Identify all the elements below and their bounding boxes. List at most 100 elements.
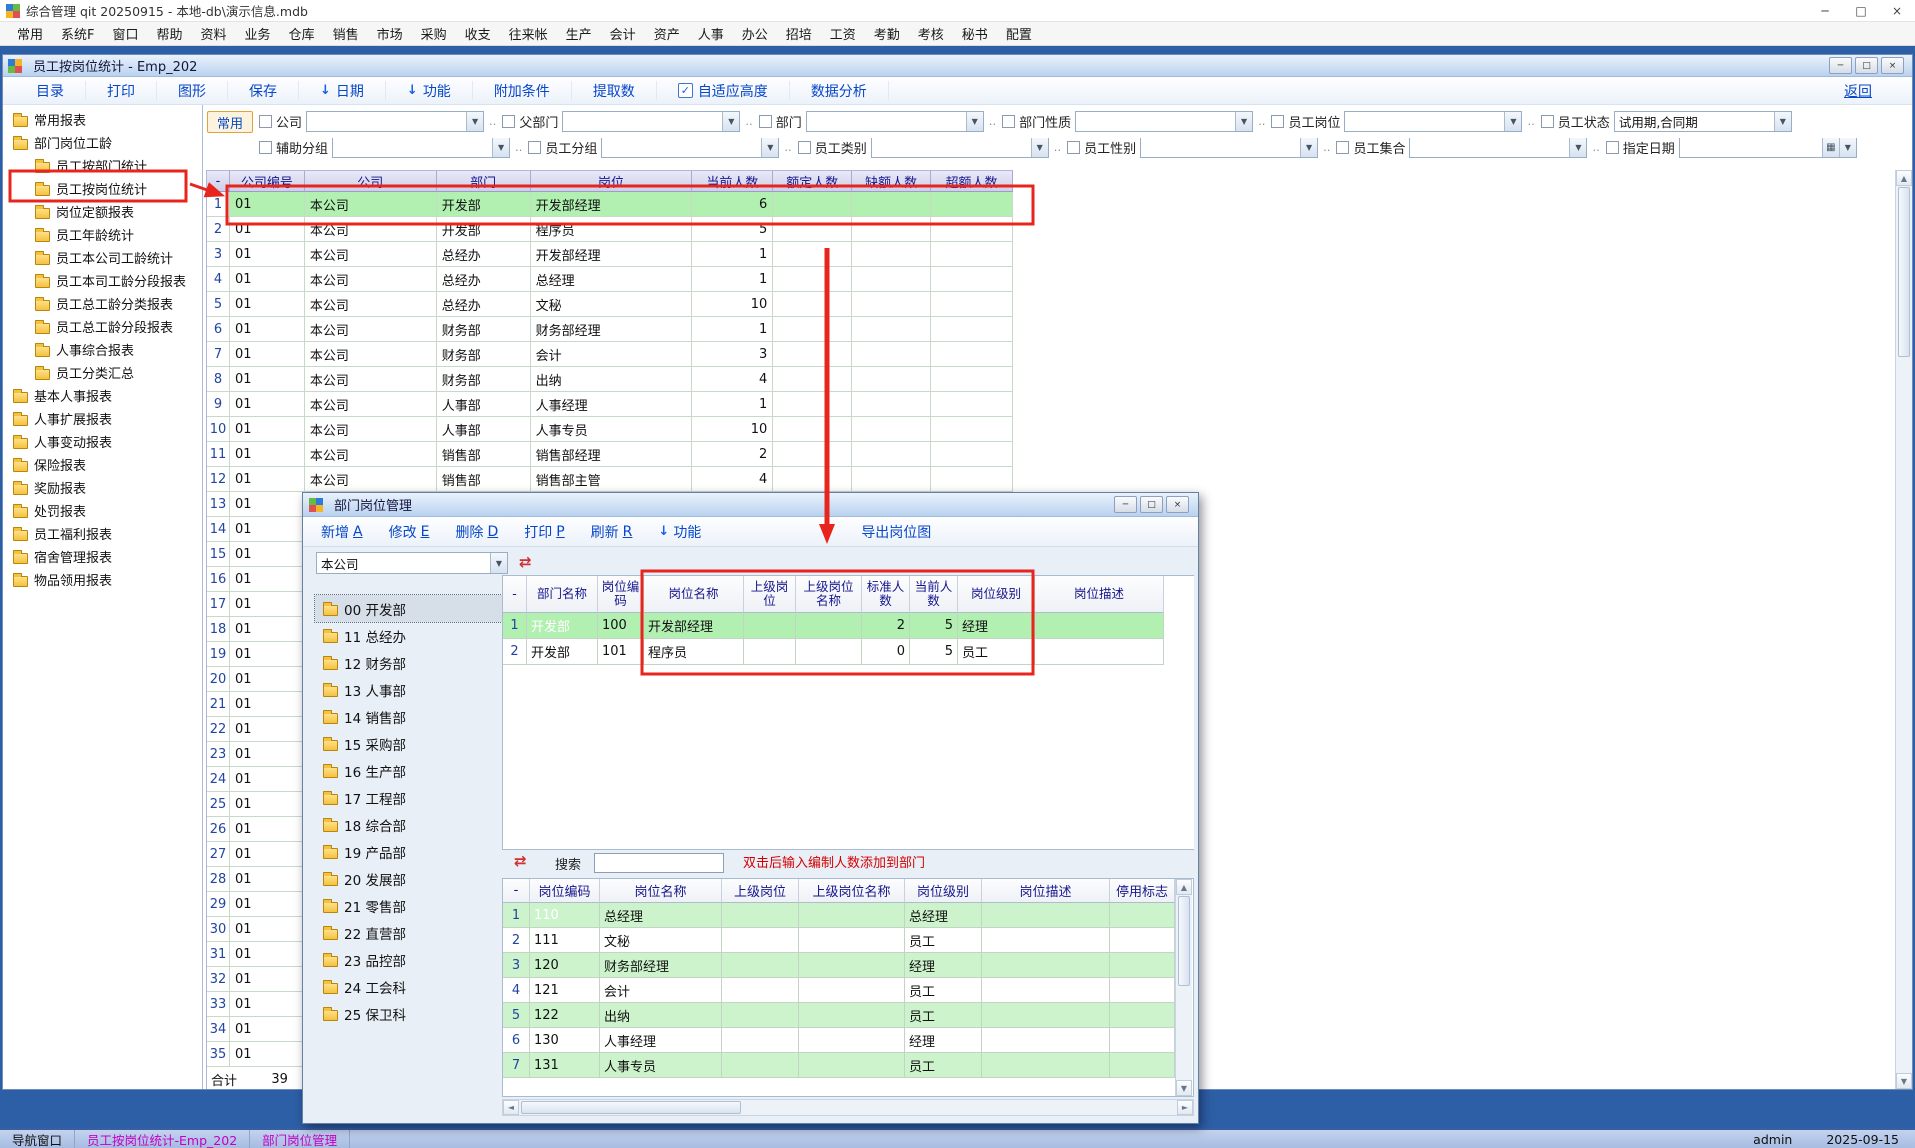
- tree-item[interactable]: 员工本司工龄分段报表: [3, 269, 202, 292]
- dialog-toolbar-button[interactable]: ↓ 功能: [658, 522, 705, 542]
- dept-cell[interactable]: 总经办: [437, 292, 531, 317]
- transfer-icon[interactable]: ⇄: [519, 555, 532, 570]
- superior-post-name-cell[interactable]: [799, 928, 905, 953]
- dept-cell[interactable]: 销售部: [437, 467, 531, 492]
- statusbar-tab-dialog[interactable]: 部门岗位管理: [250, 1130, 350, 1148]
- company-code-cell[interactable]: 01: [230, 667, 305, 692]
- chevron-down-icon[interactable]: ▼: [1774, 112, 1791, 131]
- filter-checkbox[interactable]: [502, 115, 515, 128]
- superior-post-name-cell[interactable]: [799, 978, 905, 1003]
- tree-item[interactable]: 基本人事报表: [3, 384, 202, 407]
- dept-cell[interactable]: 财务部: [437, 367, 531, 392]
- filter-dropdown[interactable]: ▦ ▼: [306, 111, 484, 132]
- shortage-count-cell[interactable]: [852, 367, 931, 392]
- table-row[interactable]: 3 01 本公司 总经办 开发部经理 1: [207, 242, 1013, 267]
- current-count-cell[interactable]: 5: [692, 217, 773, 242]
- post-cell[interactable]: 程序员: [531, 217, 693, 242]
- toolbar-button[interactable]: ✓ ↓ 附加条件: [473, 81, 572, 99]
- menu-item[interactable]: 会计: [601, 24, 645, 43]
- overage-count-cell[interactable]: [931, 467, 1013, 492]
- rated-count-cell[interactable]: [773, 342, 852, 367]
- filter-dropdown[interactable]: ▦ ▼: [332, 138, 510, 159]
- dept-cell[interactable]: 总经办: [437, 242, 531, 267]
- toolbar-button[interactable]: ✓ ↓ 图形: [157, 81, 228, 99]
- menu-item[interactable]: 市场: [368, 24, 412, 43]
- filter-checkbox[interactable]: [759, 115, 772, 128]
- chevron-down-icon[interactable]: ▼: [722, 112, 739, 131]
- chevron-down-icon[interactable]: ▼: [1839, 138, 1856, 157]
- company-code-cell[interactable]: 01: [230, 267, 305, 292]
- filter-checkbox[interactable]: [259, 141, 272, 154]
- current-count-cell[interactable]: 4: [692, 467, 773, 492]
- menu-item[interactable]: 销售: [324, 24, 368, 43]
- shortage-count-cell[interactable]: [852, 467, 931, 492]
- dept-tree-item[interactable]: 20 发展部: [315, 865, 502, 892]
- table-row[interactable]: 1 01 本公司 开发部 开发部经理 6: [207, 192, 1013, 217]
- chevron-down-icon[interactable]: ▼: [1031, 138, 1048, 157]
- post-row[interactable]: 7 131 人事专员 员工: [503, 1053, 1175, 1078]
- menu-item[interactable]: 配置: [997, 24, 1041, 43]
- current-count-cell[interactable]: 1: [692, 317, 773, 342]
- menu-item[interactable]: 资产: [645, 24, 689, 43]
- chevron-down-icon[interactable]: ▼: [1235, 112, 1252, 131]
- post-row[interactable]: 6 130 人事经理 经理: [503, 1028, 1175, 1053]
- maximize-icon[interactable]: □: [1843, 0, 1879, 21]
- dept-tree-item[interactable]: 12 财务部: [315, 649, 502, 676]
- superior-post-name-cell[interactable]: [799, 1003, 905, 1028]
- post-row[interactable]: 2 111 文秘 员工: [503, 928, 1175, 953]
- post-name-cell[interactable]: 人事经理: [600, 1028, 722, 1053]
- company-code-cell[interactable]: 01: [230, 342, 305, 367]
- dept-name-cell[interactable]: 开发部: [527, 613, 598, 639]
- column-header[interactable]: 公司: [305, 170, 437, 192]
- filter-checkbox[interactable]: [798, 141, 811, 154]
- post-code-cell[interactable]: 101: [598, 639, 644, 665]
- post-code-cell[interactable]: 111: [530, 928, 600, 953]
- filter-checkbox[interactable]: [259, 115, 272, 128]
- shortage-count-cell[interactable]: [852, 442, 931, 467]
- tree-item[interactable]: 物品领用报表: [3, 568, 202, 591]
- rated-count-cell[interactable]: [773, 467, 852, 492]
- overage-count-cell[interactable]: [931, 442, 1013, 467]
- column-header[interactable]: 停用标志: [1110, 879, 1175, 903]
- rated-count-cell[interactable]: [773, 192, 852, 217]
- filter-checkbox[interactable]: [528, 141, 541, 154]
- chevron-down-icon[interactable]: ▼: [1504, 112, 1521, 131]
- post-desc-cell[interactable]: [1035, 639, 1164, 665]
- rated-count-cell[interactable]: [773, 317, 852, 342]
- dept-tree-item[interactable]: 19 产品部: [315, 838, 502, 865]
- filter-checkbox[interactable]: [1067, 141, 1080, 154]
- dept-tree-item[interactable]: 24 工会科: [315, 973, 502, 1000]
- post-code-cell[interactable]: 122: [530, 1003, 600, 1028]
- shortage-count-cell[interactable]: [852, 242, 931, 267]
- dept-tree-item[interactable]: 11 总经办: [315, 622, 502, 649]
- dept-tree-item[interactable]: 23 品控部: [315, 946, 502, 973]
- dept-cell[interactable]: 人事部: [437, 417, 531, 442]
- tree-item[interactable]: 处罚报表: [3, 499, 202, 522]
- post-desc-cell[interactable]: [982, 903, 1110, 928]
- current-count-cell[interactable]: 5: [910, 639, 958, 665]
- quick-filter-button[interactable]: 常用: [207, 111, 253, 133]
- post-row[interactable]: 4 121 会计 员工: [503, 978, 1175, 1003]
- menu-item[interactable]: 工资: [821, 24, 865, 43]
- shortage-count-cell[interactable]: [852, 217, 931, 242]
- filter-dropdown[interactable]: ▦ ▼: [601, 138, 779, 159]
- company-code-cell[interactable]: 01: [230, 692, 305, 717]
- company-code-cell[interactable]: 01: [230, 767, 305, 792]
- column-header[interactable]: 公司编号: [230, 170, 305, 192]
- table-row[interactable]: 12 01 本公司 销售部 销售部主管 4: [207, 467, 1013, 492]
- menu-item[interactable]: 考核: [909, 24, 953, 43]
- shortage-count-cell[interactable]: [852, 267, 931, 292]
- post-level-cell[interactable]: 员工: [958, 639, 1035, 665]
- overage-count-cell[interactable]: [931, 292, 1013, 317]
- company-code-cell[interactable]: 01: [230, 642, 305, 667]
- column-header[interactable]: 标准人数: [862, 576, 910, 613]
- disabled-flag-cell[interactable]: [1110, 928, 1175, 953]
- column-header[interactable]: 岗位编码: [598, 576, 644, 613]
- tree-item[interactable]: 员工按部门统计: [3, 154, 202, 177]
- close-icon[interactable]: ×: [1881, 57, 1904, 74]
- company-code-cell[interactable]: 01: [230, 892, 305, 917]
- overage-count-cell[interactable]: [931, 217, 1013, 242]
- menu-item[interactable]: 资料: [192, 24, 236, 43]
- rated-count-cell[interactable]: [773, 392, 852, 417]
- column-header[interactable]: 岗位描述: [1035, 576, 1164, 613]
